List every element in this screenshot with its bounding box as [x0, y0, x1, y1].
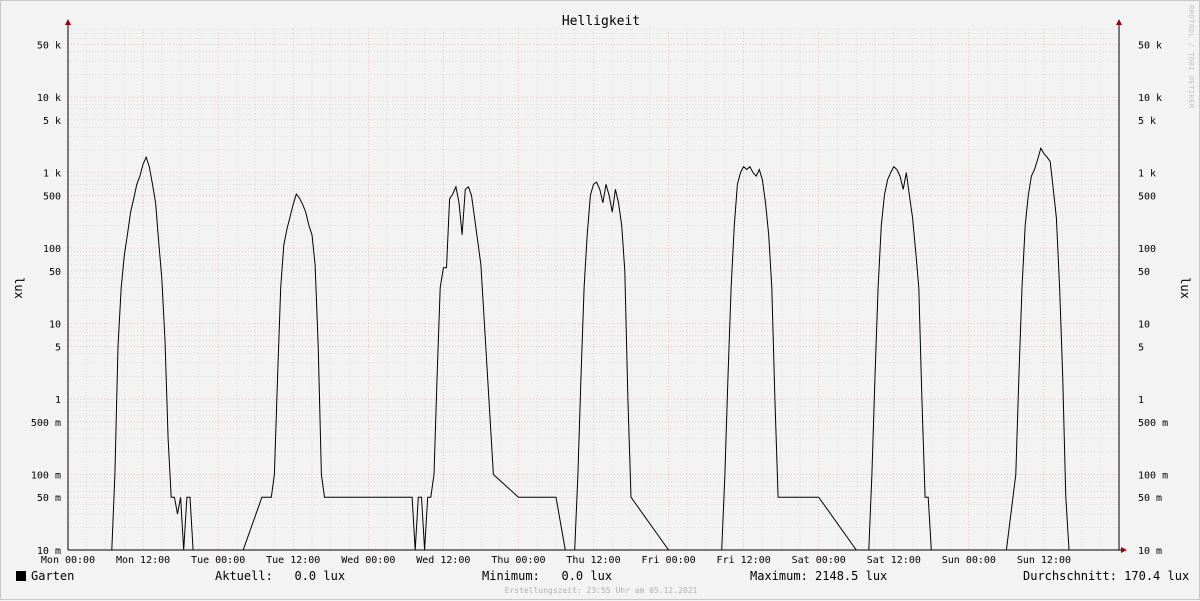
y-tick-label: 10 k [37, 93, 61, 104]
y-tick-label: 100 m [31, 471, 61, 482]
series-line-garten [68, 147, 1070, 551]
y-tick-label: 100 [1138, 244, 1156, 255]
rrdtool-watermark: RRDTOOL / TOBI OETIKER [1187, 5, 1195, 109]
x-tick-label: Mon 12:00 [116, 555, 170, 566]
y-tick-label: 50 k [1138, 40, 1162, 51]
y-tick-labels-left: 10 m50 m100 m500 m1510501005001 k5 k10 k… [31, 40, 61, 557]
x-tick-label: Wed 00:00 [341, 555, 395, 566]
legend-maximum: Maximum: 2148.5 lux [750, 569, 888, 583]
y-tick-label: 50 m [37, 493, 61, 504]
chart-grid [67, 28, 1120, 551]
x-tick-label: Tue 12:00 [266, 555, 320, 566]
y-tick-label: 10 [1138, 320, 1150, 331]
x-tick-label: Sun 12:00 [1017, 555, 1071, 566]
x-tick-label: Fri 12:00 [717, 555, 771, 566]
y-tick-label: 5 [55, 342, 61, 353]
y-axis-label-right: lux [1178, 277, 1192, 299]
y-tick-label: 500 m [31, 418, 61, 429]
legend-minimum: Minimum: 0.0 lux [482, 569, 613, 583]
x-tick-label: Wed 12:00 [416, 555, 470, 566]
chart-axes [65, 19, 1127, 553]
y-tick-label: 500 [43, 191, 61, 202]
legend-average: Durchschnitt: 170.4 lux [1023, 569, 1190, 583]
y-tick-label: 1 k [43, 169, 61, 180]
x-tick-label: Sat 12:00 [867, 555, 921, 566]
y-tick-label: 100 m [1138, 471, 1168, 482]
y-tick-label: 50 [49, 267, 61, 278]
brightness-chart: Helligkeit 10 m 50 m 100 m 500 m 1 5 10 50 100 50… [12, 14, 1192, 566]
x-tick-label: Fri 00:00 [641, 555, 695, 566]
y-tick-label: 100 [43, 244, 61, 255]
y-tick-label: 5 k [43, 116, 61, 127]
y-tick-label: 10 k [1138, 93, 1162, 104]
x-tick-label: Thu 12:00 [566, 555, 620, 566]
x-axis-arrow [1121, 547, 1127, 553]
y-tick-labels-right: 10 m 50 m 100 m 500 m 1 5 10 50 100 500 1 k 5 k 10 k… [1138, 40, 1168, 557]
y-tick-label: 50 m [1138, 493, 1162, 504]
y-tick-label: 1 k [1138, 169, 1156, 180]
series-layer [68, 147, 1070, 551]
y-tick-label: 50 [1138, 267, 1150, 278]
x-tick-label: Sun 00:00 [942, 555, 996, 566]
legend-series-name: Garten [31, 569, 75, 583]
legend-current: Aktuell: 0.0 lux [215, 569, 346, 583]
x-tick-label: Mon 00:00 [41, 555, 95, 566]
x-tick-label: Tue 00:00 [191, 555, 245, 566]
chart-frame: Helligkeit 10 m 50 m 100 m 500 m 1 5 10 50 100 50… [0, 0, 1200, 600]
y-tick-label: 10 [49, 320, 61, 331]
y-tick-label: 1 [55, 395, 61, 406]
y-tick-label: 50 k [37, 40, 61, 51]
legend-swatch-garten [16, 571, 26, 581]
y-axis-label-left: lux [12, 277, 26, 299]
y-tick-label: 5 [1138, 342, 1144, 353]
y-tick-label: 500 m [1138, 418, 1168, 429]
y-axis-arrow-left [65, 19, 71, 25]
chart-title: Helligkeit [562, 14, 640, 29]
y-tick-label: 10 m [1138, 546, 1162, 557]
y-tick-label: 1 [1138, 395, 1144, 406]
y-axis-arrow-right [1116, 19, 1122, 25]
x-tick-labels: Mon 00:00 Mon 12:00 Tue 00:00 Tue 12:00 Wed … [41, 555, 1071, 566]
y-tick-label: 500 [1138, 191, 1156, 202]
y-tick-label: 5 k [1138, 116, 1156, 127]
creation-time-footer: Erstellungszeit: 23:55 Uhr am 05.12.2021 [504, 586, 698, 595]
x-tick-label: Thu 00:00 [491, 555, 545, 566]
x-tick-label: Sat 00:00 [792, 555, 846, 566]
